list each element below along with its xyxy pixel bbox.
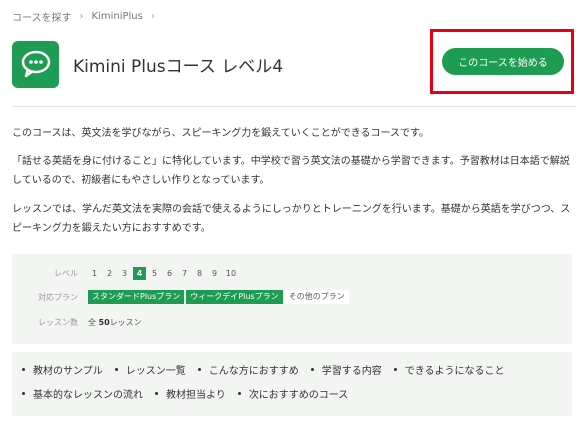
level-item: 10 — [225, 269, 237, 278]
page-title: Kimini Plusコース レベル4 — [73, 56, 284, 77]
bullet-icon — [155, 392, 158, 395]
level-item: 9 — [211, 269, 218, 278]
chevron-right-icon: › — [150, 10, 155, 22]
breadcrumb-item-kiminiplus[interactable]: KiminiPlus — [92, 11, 143, 22]
level-item: 2 — [106, 269, 113, 278]
link-lesson-flow[interactable]: 基本的なレッスンの流れ — [22, 386, 143, 401]
link-lesson-list[interactable]: レッスン一覧 — [114, 362, 186, 377]
bullet-icon — [22, 368, 25, 371]
link-recommended-for[interactable]: こんな方におすすめ — [197, 362, 299, 377]
bullet-icon — [310, 368, 314, 371]
link-next-course[interactable]: 次におすすめのコース — [237, 386, 348, 401]
description-paragraph-1: このコースは、英文法を学びながら、スピーキング力を鍛えていくことができるコースで… — [12, 128, 429, 139]
link-from-material-team[interactable]: 教材担当より — [155, 386, 226, 401]
section-links-row: 基本的なレッスンの流れ 教材担当より 次におすすめのコース — [22, 386, 360, 401]
chevron-right-icon: › — [79, 10, 84, 22]
link-learning-content[interactable]: 学習する内容 — [310, 362, 382, 377]
description-paragraph-3: レッスンでは、学んだ英文法を実際の会話で使えるようにしっかりとトレーニングを行い… — [12, 204, 571, 234]
section-links-panel: 教材のサンプル レッスン一覧 こんな方におすすめ 学習する内容 できるようになる… — [12, 352, 572, 416]
level-row: レベル 1 2 3 4 5 6 7 8 9 10 — [12, 267, 241, 280]
section-links-row: 教材のサンプル レッスン一覧 こんな方におすすめ 学習する内容 できるようになる… — [22, 362, 517, 377]
level-item: 5 — [151, 269, 158, 278]
start-course-button[interactable]: このコースを始める — [442, 48, 564, 75]
breadcrumb-item-find-course[interactable]: コースを探す — [12, 9, 72, 24]
bullet-icon — [393, 368, 397, 371]
level-label: レベル — [54, 269, 78, 278]
lesson-count-value: 全 50レッスン — [88, 318, 142, 327]
lesson-count-label: レッスン数 — [38, 318, 78, 327]
plan-badge-weekday: ウィークデイPlusプラン — [186, 290, 283, 304]
level-item: 7 — [181, 269, 188, 278]
level-list: 1 2 3 4 5 6 7 8 9 10 — [88, 267, 241, 280]
level-item-active: 4 — [133, 267, 146, 280]
link-material-sample[interactable]: 教材のサンプル — [22, 362, 103, 377]
plan-badge-other: その他のプラン — [284, 290, 349, 304]
plan-label: 対応プラン — [38, 292, 78, 302]
level-item: 8 — [196, 269, 203, 278]
bullet-icon — [237, 392, 241, 395]
bullet-icon — [114, 368, 118, 371]
course-meta-panel: レベル 1 2 3 4 5 6 7 8 9 10 対応プラン スタンダードPlu… — [12, 254, 572, 344]
description-paragraph-2: 「話せる英語を身に付けること」に特化しています。中学校で習う英文法の基礎から学習… — [12, 156, 570, 186]
level-item: 3 — [121, 269, 128, 278]
plan-row: 対応プラン スタンダードPlusプラン ウィークデイPlusプラン その他のプラ… — [12, 290, 349, 304]
level-item: 6 — [166, 269, 173, 278]
lesson-count-row: レッスン数 全 50レッスン — [12, 317, 142, 328]
plan-badge-standard: スタンダードPlusプラン — [88, 290, 185, 304]
bullet-icon — [197, 368, 201, 371]
link-what-you-can-do[interactable]: できるようになること — [393, 362, 505, 377]
divider — [12, 106, 576, 107]
bullet-icon — [22, 392, 25, 395]
breadcrumb: コースを探す › KiminiPlus › — [12, 8, 163, 24]
chat-bubble-icon — [12, 40, 59, 88]
level-item: 1 — [91, 269, 98, 278]
